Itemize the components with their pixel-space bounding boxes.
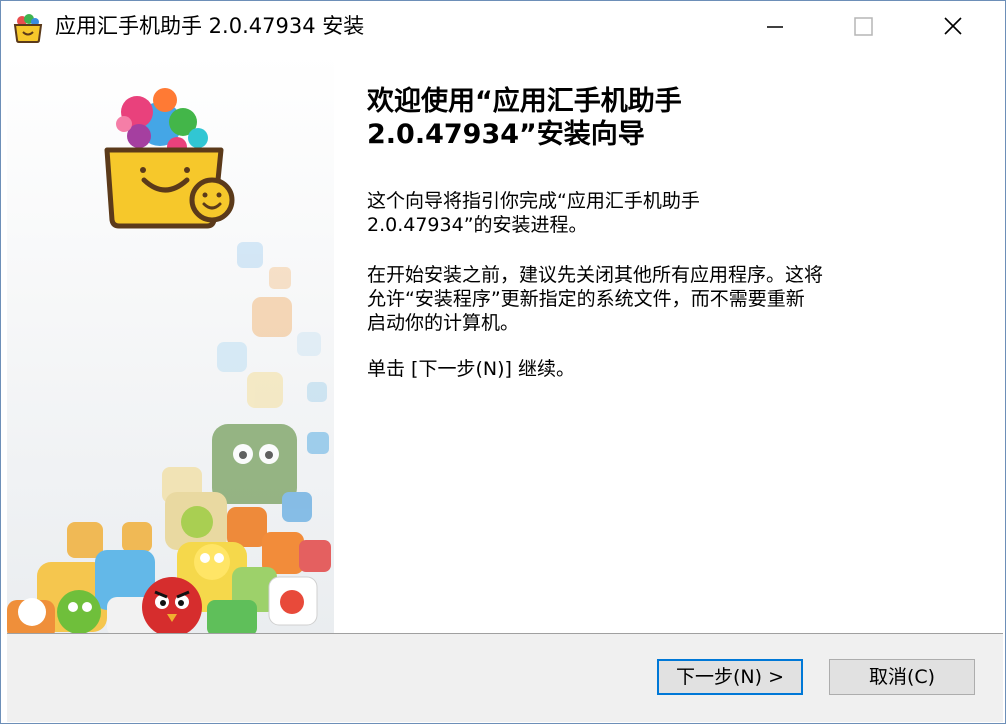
close-button[interactable] bbox=[923, 1, 983, 51]
advice-line-1: 在开始安装之前，建议先关闭其他所有应用程序。这将 bbox=[367, 264, 824, 286]
intro-line-1: 这个向导将指引你完成“应用汇手机助手 bbox=[367, 190, 700, 212]
app-collage-image bbox=[7, 88, 331, 633]
maximize-button[interactable] bbox=[833, 1, 893, 51]
continue-instruction: 单击 [下一步(N)] 继续。 bbox=[367, 357, 967, 381]
advice-line-3: 启动你的计算机。 bbox=[367, 312, 520, 334]
maximize-icon bbox=[854, 17, 873, 36]
title-bar[interactable]: 应用汇手机助手 2.0.47934 安装 bbox=[1, 1, 1005, 51]
close-icon bbox=[944, 17, 962, 35]
cancel-button[interactable]: 取消(C) bbox=[829, 659, 975, 695]
heading-line-1: 欢迎使用“应用汇手机助手 bbox=[367, 86, 682, 117]
welcome-heading: 欢迎使用“应用汇手机助手 2.0.47934”安装向导 bbox=[367, 85, 967, 151]
heading-line-2: 2.0.47934”安装向导 bbox=[367, 119, 645, 150]
advice-line-2: 允许“安装程序”更新指定的系统文件，而不需要重新 bbox=[367, 288, 805, 310]
intro-paragraph: 这个向导将指引你完成“应用汇手机助手 2.0.47934”的安装进程。 bbox=[367, 189, 967, 237]
appchina-logo bbox=[104, 88, 235, 229]
installer-window: 应用汇手机助手 2.0.47934 安装 欢迎使用“应用汇手机助手 2.0.47… bbox=[0, 0, 1006, 724]
intro-line-2: 2.0.47934”的安装进程。 bbox=[367, 214, 588, 236]
continue-line: 单击 [下一步(N)] 继续。 bbox=[367, 358, 575, 380]
advice-paragraph: 在开始安装之前，建议先关闭其他所有应用程序。这将 允许“安装程序”更新指定的系统… bbox=[367, 263, 967, 335]
next-button[interactable]: 下一步(N) > bbox=[657, 659, 803, 695]
window-title: 应用汇手机助手 2.0.47934 安装 bbox=[55, 14, 365, 38]
minimize-button[interactable] bbox=[745, 1, 805, 51]
app-icon bbox=[11, 13, 45, 43]
wizard-side-banner bbox=[7, 52, 334, 633]
minimize-icon bbox=[767, 26, 783, 28]
